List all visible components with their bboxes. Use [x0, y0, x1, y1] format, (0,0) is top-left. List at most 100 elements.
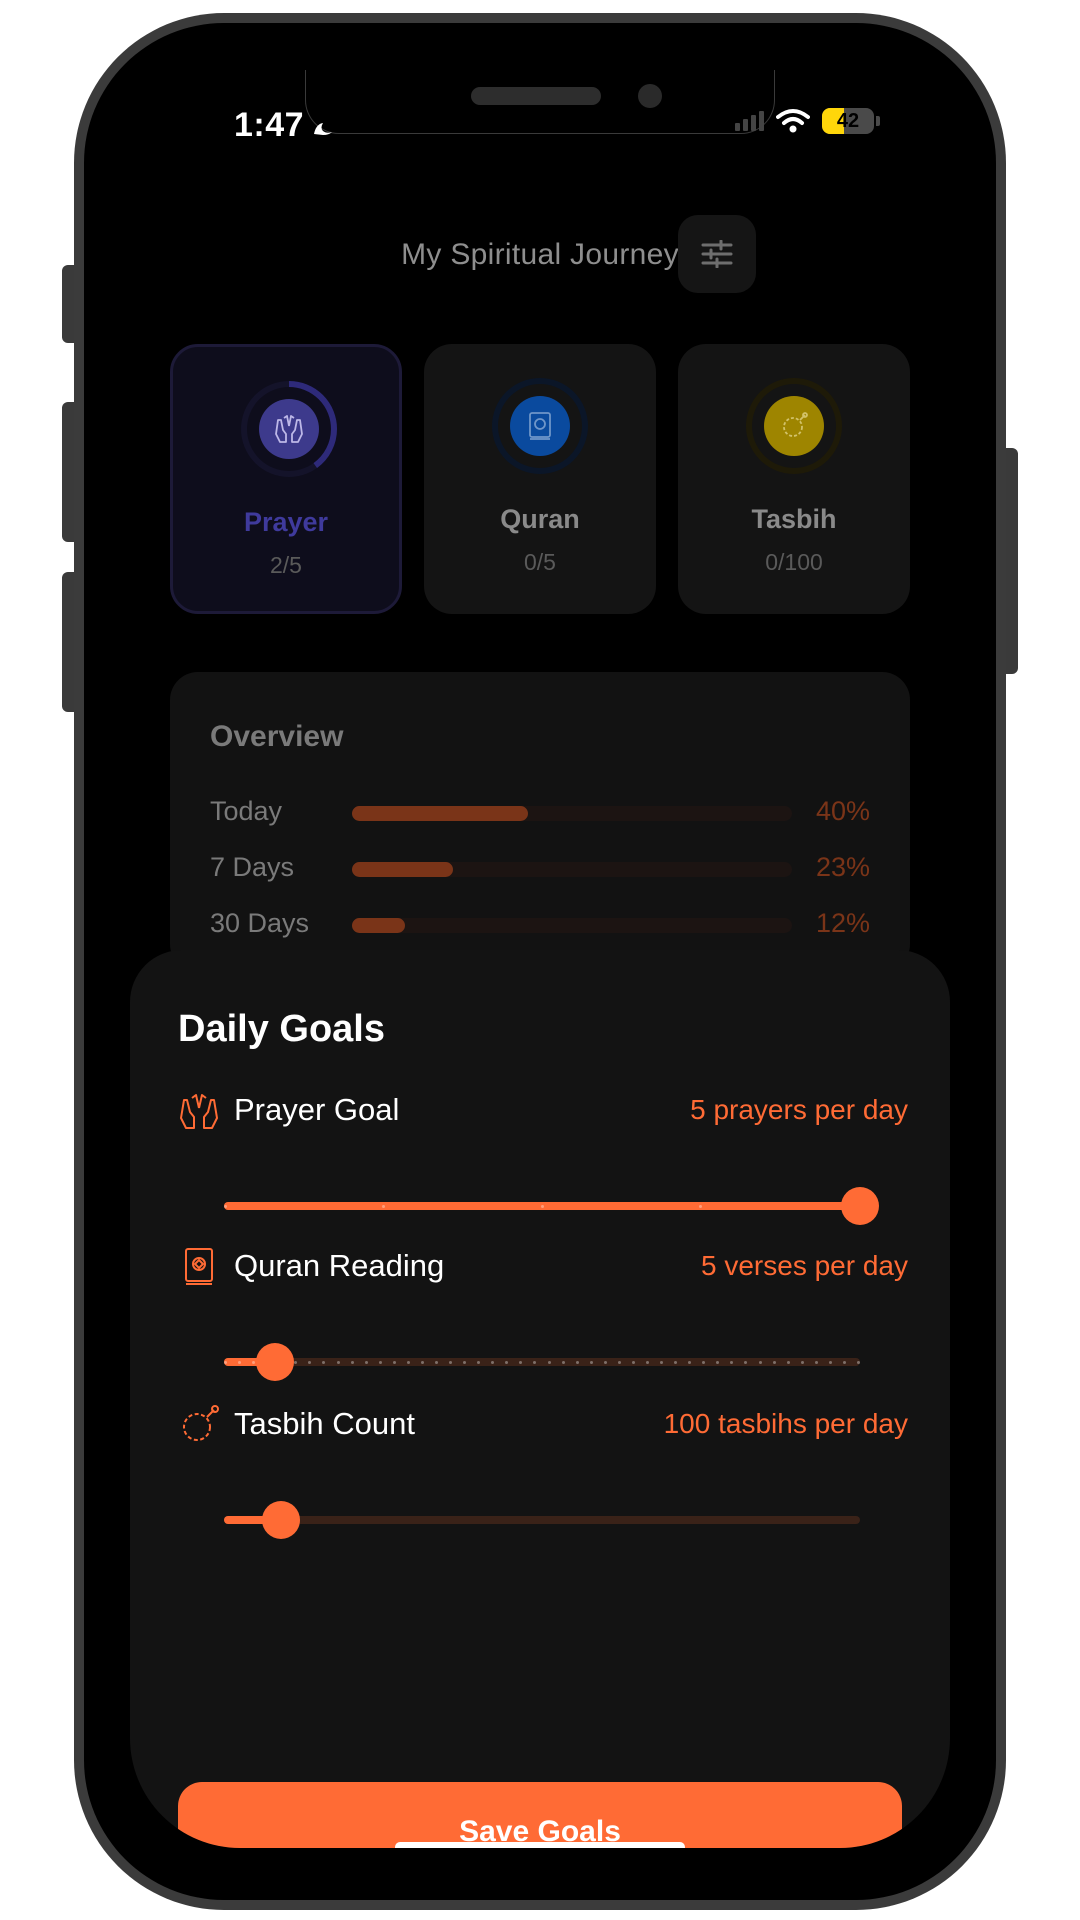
slider-tick-mark: [294, 1360, 298, 1364]
goal-prayer: Prayer Goal 5 prayers per day: [178, 1090, 908, 1250]
card-count: 0/5: [524, 549, 556, 575]
card-quran[interactable]: Quran 0/5: [424, 344, 656, 614]
card-count: 2/5: [270, 552, 302, 578]
goal-value: 100 tasbihs per day: [663, 1408, 908, 1439]
praying-hands-icon: [275, 415, 303, 443]
slider-tick-mark: [224, 1360, 227, 1364]
overview-row-percent: 12%: [815, 908, 870, 938]
phone-screen: 1:47 42 My Spiritual Journey Prayer 2/5 …: [130, 70, 950, 1848]
overview-row-label: 7 Days: [210, 852, 295, 882]
overview-row-label: Today: [210, 796, 283, 826]
card-count: 0/100: [765, 549, 823, 575]
activity-cards: Prayer 2/5 Quran 0/5 Tasbih 0/100: [170, 344, 910, 614]
goal-label: Prayer Goal: [234, 1092, 400, 1127]
slider-tick-mark: [406, 1360, 410, 1364]
slider-thumb[interactable]: [262, 1501, 301, 1539]
card-label: Prayer: [243, 507, 329, 537]
slider-tick-mark: [674, 1360, 678, 1364]
overview-row-30-days: 30 Days 12%: [210, 904, 870, 944]
slider-tick-mark: [702, 1360, 706, 1364]
battery-cap: [876, 116, 880, 126]
slider-tick-mark: [491, 1360, 495, 1364]
goal-label: Tasbih Count: [234, 1406, 415, 1441]
tasbih-goal-slider[interactable]: [224, 1500, 860, 1540]
slider-tick-mark: [772, 1360, 776, 1364]
overview-progress-track: [352, 806, 792, 821]
card-tasbih[interactable]: Tasbih 0/100: [678, 344, 910, 614]
slider-thumb[interactable]: [255, 1343, 294, 1381]
overview-row-7-days: 7 Days 23%: [210, 848, 870, 888]
slider-tick-mark: [378, 1360, 382, 1364]
slider-tick-mark: [322, 1360, 326, 1364]
slider-tick-mark: [800, 1360, 804, 1364]
cellular-signal-icon: [735, 111, 764, 131]
slider-tick-mark: [547, 1360, 551, 1364]
slider-tick-mark: [688, 1360, 692, 1364]
tasbih-icon-disc: [764, 396, 824, 456]
slider-tick-mark: [420, 1360, 424, 1364]
power-button: [1004, 448, 1018, 674]
slider-tick-mark: [744, 1360, 748, 1364]
quran-icon-disc: [510, 396, 570, 456]
front-camera: [638, 84, 662, 108]
slider-tick-mark: [308, 1360, 312, 1364]
slider-tick-mark: [561, 1360, 565, 1364]
slider-tick-mark: [224, 1204, 227, 1208]
card-prayer[interactable]: Prayer 2/5: [170, 344, 402, 614]
quran-book-icon: [185, 1248, 213, 1285]
overview-progress-track: [352, 862, 792, 877]
slider-tick-mark: [463, 1360, 467, 1364]
status-icons: 42: [735, 108, 880, 134]
battery-icon: 42: [822, 108, 874, 134]
slider-tick-mark: [828, 1360, 832, 1364]
overview-row-percent: 23%: [815, 852, 870, 882]
slider-tick-mark: [857, 1360, 860, 1364]
slider-tick-marks: [224, 1202, 860, 1210]
speaker-grille: [471, 87, 601, 105]
slider-tick-mark: [519, 1360, 523, 1364]
prayer-goal-slider[interactable]: [224, 1186, 879, 1226]
slider-tick-mark: [505, 1360, 509, 1364]
slider-tick-mark: [698, 1204, 702, 1208]
goal-value: 5 prayers per day: [690, 1094, 908, 1125]
overview-progress-fill: [352, 862, 454, 877]
slider-tick-mark: [382, 1204, 386, 1208]
overview-row-percent: 40%: [815, 796, 870, 826]
slider-track: [224, 1516, 860, 1524]
home-indicator: [395, 1842, 685, 1848]
slider-tick-mark: [238, 1360, 242, 1364]
overview-progress-track: [352, 918, 792, 933]
save-goals-button[interactable]: Save Goals: [178, 1782, 902, 1848]
overview-panel: Overview Today 40% 7 Days 23% 30 Days 12…: [170, 672, 910, 972]
quran-goal-slider[interactable]: [224, 1342, 860, 1382]
page-title: My Spiritual Journey: [401, 238, 679, 271]
slider-track: [224, 1202, 860, 1210]
slider-tick-mark: [603, 1360, 607, 1364]
sliders-icon: [701, 240, 733, 268]
slider-tick-mark: [716, 1360, 720, 1364]
slider-tick-mark: [477, 1360, 481, 1364]
slider-tick-mark: [730, 1360, 734, 1364]
battery-percentage: 42: [836, 109, 860, 132]
overview-title: Overview: [210, 720, 344, 753]
goal-label: Quran Reading: [234, 1248, 445, 1283]
slider-tick-mark: [758, 1360, 762, 1364]
overview-row-label: 30 Days: [210, 908, 310, 938]
slider-thumb[interactable]: [841, 1187, 879, 1225]
slider-tick-mark: [589, 1360, 593, 1364]
filter-button[interactable]: [678, 215, 756, 293]
daily-goals-sheet: Daily Goals Prayer Goal 5 prayers per da…: [130, 950, 950, 1848]
slider-tick-mark: [842, 1360, 846, 1364]
card-label: Quran: [500, 504, 580, 534]
prayer-icon-disc: [259, 399, 319, 459]
slider-tick-mark: [392, 1360, 396, 1364]
tasbih-beads-icon: [783, 412, 808, 437]
slider-track: [224, 1358, 860, 1366]
slider-tick-mark: [786, 1360, 790, 1364]
slider-tick-mark: [814, 1360, 818, 1364]
slider-tick-mark: [364, 1360, 368, 1364]
overview-row-today: Today 40%: [210, 792, 870, 832]
slider-tick-marks: [224, 1358, 860, 1366]
card-label: Tasbih: [751, 504, 837, 534]
goal-quran: Quran Reading 5 verses per day: [178, 1246, 908, 1406]
